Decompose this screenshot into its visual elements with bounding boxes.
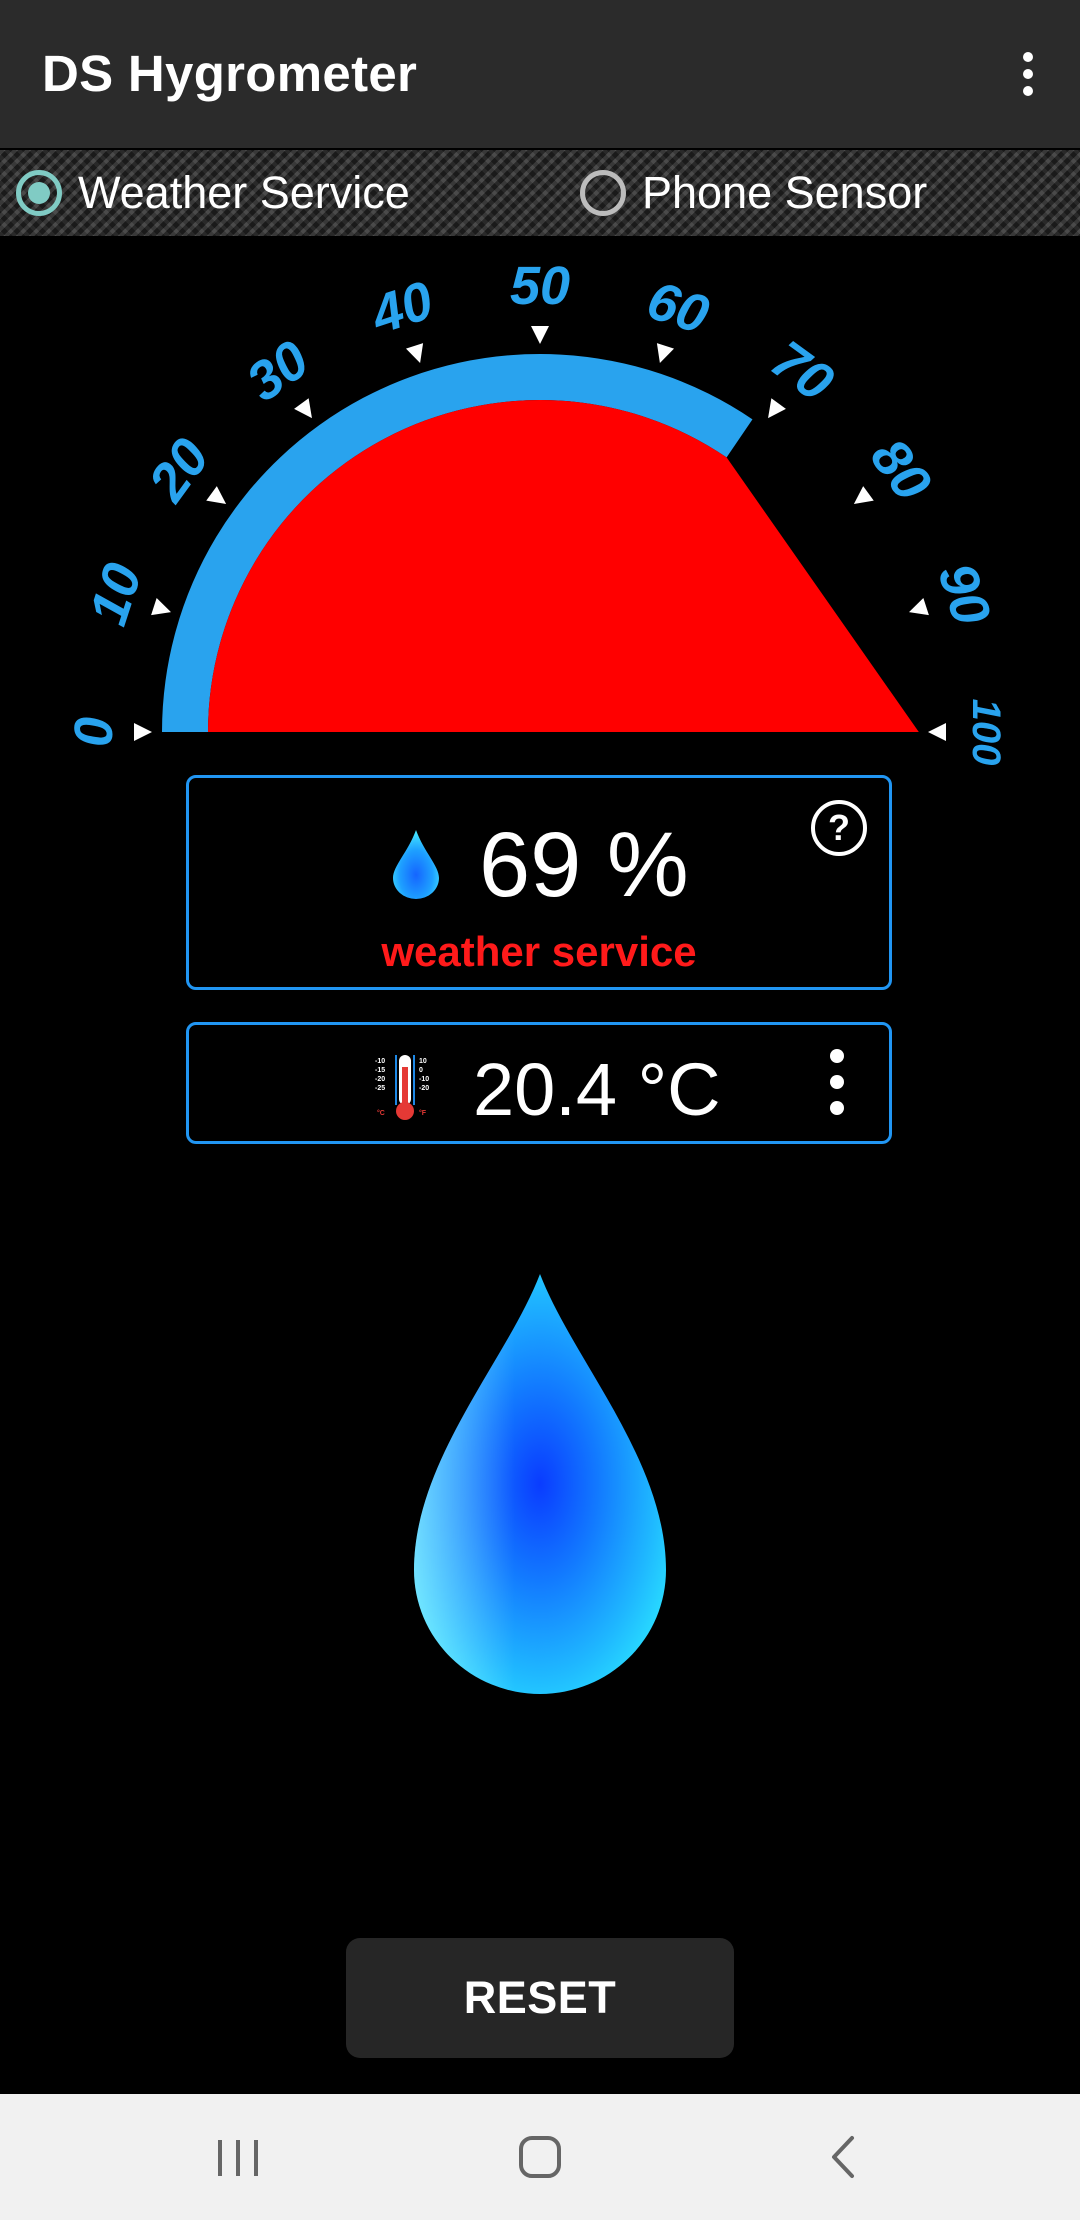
- celsius-scale-label: -25: [375, 1085, 385, 1092]
- humidity-gauge: 010203040 50 60708090100: [64, 256, 1008, 766]
- gauge-tick: [928, 723, 946, 741]
- gauge-tick: [853, 486, 874, 504]
- large-water-drop-icon: [414, 1274, 666, 1694]
- gauge-tick: [531, 326, 549, 344]
- app-bar: DS Hygrometer: [0, 0, 1080, 148]
- gauge-tick: [405, 343, 424, 363]
- recent-apps-icon[interactable]: [178, 2114, 298, 2200]
- app-title: DS Hygrometer: [42, 45, 418, 102]
- humidity-source-label: weather service: [381, 928, 697, 975]
- gauge-tick-label: 100: [964, 699, 1008, 766]
- water-drop-icon: [393, 830, 439, 899]
- gauge-tick: [294, 398, 312, 419]
- radio-label: Weather Service: [78, 167, 410, 218]
- overflow-menu-icon[interactable]: [996, 34, 1060, 114]
- humidity-value: 69 %: [479, 814, 689, 916]
- temperature-panel: -10 -15 -20 -25 10 0 -10 -20 °C °F 20.4 …: [186, 1022, 892, 1144]
- radio-unchecked-icon: [580, 170, 626, 216]
- home-icon[interactable]: [480, 2114, 600, 2200]
- radio-label: Phone Sensor: [642, 167, 928, 218]
- gauge-tick: [656, 343, 675, 363]
- gauge-tick-label: 10: [78, 556, 154, 632]
- thermometer-icon: -10 -15 -20 -25 10 0 -10 -20 °C °F: [375, 1055, 429, 1120]
- celsius-scale-label: -10: [375, 1058, 385, 1065]
- gauge-tick: [206, 486, 227, 504]
- help-icon[interactable]: ?: [811, 800, 867, 856]
- gauge-tick-label: 60: [640, 270, 716, 346]
- gauge-tick: [909, 597, 929, 616]
- system-navigation-bar: [0, 2094, 1080, 2220]
- radio-phone-sensor[interactable]: Phone Sensor: [580, 163, 927, 223]
- gauge-tick: [134, 723, 152, 741]
- reset-button[interactable]: RESET: [346, 1938, 734, 2058]
- fahrenheit-scale-label: 0: [419, 1067, 423, 1074]
- fahrenheit-scale-label: -20: [419, 1085, 429, 1092]
- temperature-value: 20.4 °C: [473, 1048, 721, 1131]
- fahrenheit-scale-label: -10: [419, 1076, 429, 1083]
- fahrenheit-scale-label: 10: [419, 1058, 427, 1065]
- humidity-panel: 69 % weather service ?: [186, 775, 892, 990]
- radio-checked-icon: [16, 170, 62, 216]
- gauge-tick: [151, 597, 171, 616]
- back-icon[interactable]: [782, 2114, 902, 2200]
- temperature-menu-icon[interactable]: [825, 1047, 849, 1117]
- radio-weather-service[interactable]: Weather Service: [16, 163, 410, 223]
- celsius-scale-label: -20: [375, 1076, 385, 1083]
- gauge-tick-label: 40: [363, 270, 440, 346]
- source-selector: Weather Service Phone Sensor: [0, 150, 1080, 236]
- fahrenheit-unit-label: °F: [419, 1109, 427, 1117]
- gauge-tick-label: 90: [926, 556, 1002, 632]
- celsius-unit-label: °C: [377, 1109, 385, 1117]
- gauge-tick: [768, 398, 786, 419]
- celsius-scale-label: -15: [375, 1067, 385, 1074]
- gauge-tick-label: 50: [510, 256, 570, 316]
- gauge-tick-label: 0: [64, 717, 124, 747]
